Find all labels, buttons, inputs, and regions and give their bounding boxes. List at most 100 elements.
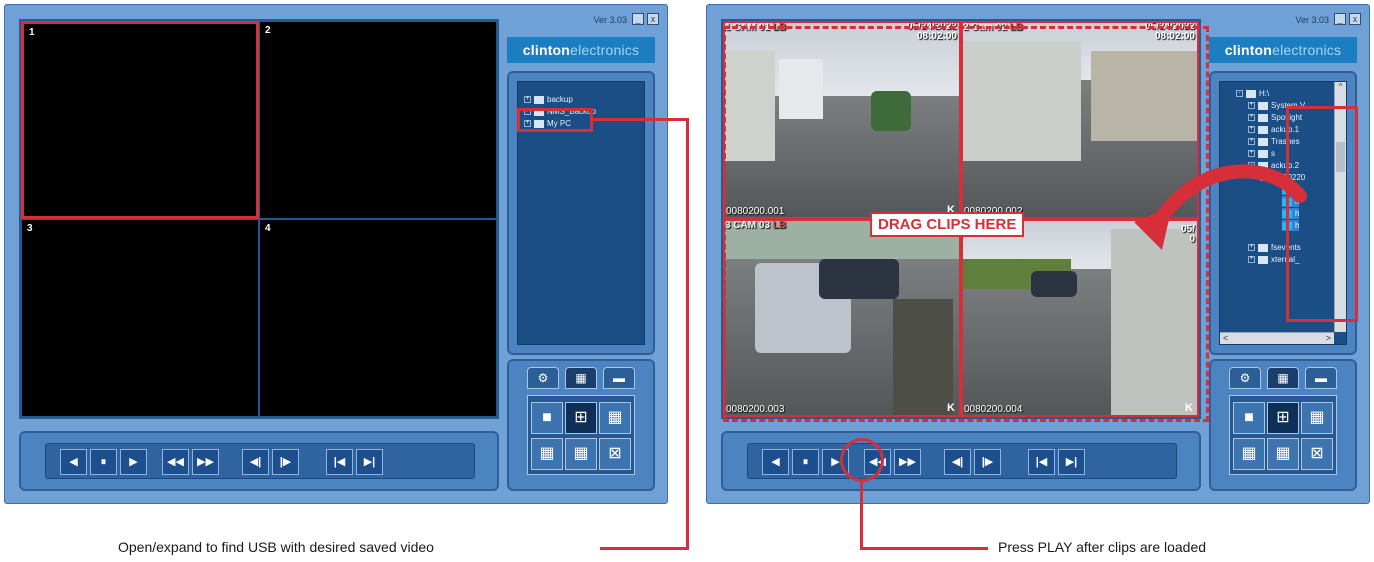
playback-bar: ◀ ⏸ ▶ ◀◀ ▶▶ ◀| |▶ |◀ ▶| [45,443,475,479]
skip-start-button[interactable]: |◀ [1028,449,1055,475]
tree-item-folder[interactable]: + s [1248,148,1275,159]
collapse-icon[interactable]: - [1260,174,1267,182]
version-label: Ver 3.03 [593,15,627,25]
brand-logo: clintonelectronics [507,37,655,63]
step-forward-button[interactable]: |▶ [974,449,1001,475]
brand-bold: clinton [522,42,571,58]
tab-settings[interactable]: ⚙ [527,367,559,389]
tab-layout[interactable]: ▦ [1267,367,1299,389]
folder-icon [1258,101,1268,110]
tab-layout[interactable]: ▦ [565,367,597,389]
fast-forward-button[interactable]: ▶▶ [894,449,921,475]
layout-selector: ■ ⊞ ▦ ▦ ▦ ⊠ [527,395,635,475]
scroll-up-icon[interactable]: ^ [1335,82,1346,91]
video-cell-3[interactable]: 3 [21,219,259,417]
connector-line [593,118,689,121]
collapse-icon[interactable]: - [1248,162,1255,170]
close-button[interactable]: x [647,13,659,25]
horizontal-scrollbar[interactable]: < > [1220,332,1334,344]
tab-print[interactable]: ▬ [1305,367,1337,389]
play-highlight [840,438,884,482]
pause-button[interactable]: ⏸ [792,449,819,475]
folder-icon [1258,161,1268,170]
skip-end-button[interactable]: ▶| [1058,449,1085,475]
playback-bar: ◀ ⏸ ▶ ◀◀ ▶▶ ◀| |▶ |◀ ▶| [747,443,1177,479]
tree-item-backup[interactable]: + backup [524,94,573,105]
playback-controls: ◀ ⏸ ▶ ◀◀ ▶▶ ◀| |▶ |◀ ▶| [721,431,1201,491]
rewind-button[interactable]: ◀◀ [162,449,189,475]
skip-start-button[interactable]: |◀ [326,449,353,475]
cell-number: 4 [265,223,271,234]
minimize-button[interactable]: _ [1334,13,1346,25]
connector-line [686,118,689,550]
step-forward-button[interactable]: |▶ [272,449,299,475]
layout-selector: ■ ⊞ ▦ ▦ ▦ ⊠ [1229,395,1337,475]
scroll-left-icon[interactable]: < [1223,333,1228,343]
connector-line [860,547,988,550]
tab-print[interactable]: ▬ [603,367,635,389]
folder-icon [1258,149,1268,158]
folder-icon [1258,125,1268,134]
expand-icon[interactable]: + [1248,114,1255,122]
expand-icon[interactable]: + [1248,138,1255,146]
play-button[interactable]: ▶ [120,449,147,475]
fullscreen-button[interactable]: ⊠ [599,438,631,470]
pause-button[interactable]: ⏸ [90,449,117,475]
layout-2x2-button[interactable]: ⊞ [565,402,597,434]
folder-icon [1258,137,1268,146]
video-cell-4[interactable]: 4 [259,219,497,417]
video-cell-2[interactable]: 2 [259,21,497,219]
drive-icon [1246,89,1256,98]
version-label: Ver 3.03 [1295,15,1329,25]
layout-custom-button[interactable]: ▦ [565,438,597,470]
cell-number: 1 [29,27,35,38]
minimize-button[interactable]: _ [632,13,644,25]
close-button[interactable]: x [1349,13,1361,25]
skip-end-button[interactable]: ▶| [356,449,383,475]
brand-logo: clintonelectronics [1209,37,1357,63]
folder-icon [534,95,544,104]
folder-icon [1258,243,1268,252]
brand-light: electronics [570,42,640,58]
tree-item-drive[interactable]: - H:\ [1236,88,1269,99]
scroll-right-icon[interactable]: > [1326,333,1331,343]
brand-bold: clinton [1224,42,1273,58]
layout-custom-button[interactable]: ▦ [1267,438,1299,470]
expand-icon[interactable]: + [1248,102,1255,110]
expand-icon[interactable]: + [1248,256,1255,264]
control-tabs: ⚙ ▦ ▬ ■ ⊞ ▦ ▦ ▦ ⊠ [507,359,655,491]
fullscreen-button[interactable]: ⊠ [1301,438,1333,470]
step-back-button[interactable]: ◀| [944,449,971,475]
layout-3x3-button[interactable]: ▦ [1301,402,1333,434]
step-back-button[interactable]: ◀| [242,449,269,475]
reverse-play-button[interactable]: ◀ [762,449,789,475]
expand-icon[interactable]: + [1248,150,1255,158]
layout-4x4-button[interactable]: ▦ [531,438,563,470]
connector-line [860,482,863,550]
video-cell-1[interactable]: 1 [21,21,259,219]
clips-highlight [1286,106,1358,322]
reverse-play-button[interactable]: ◀ [60,449,87,475]
folder-icon [1258,255,1268,264]
folder-icon [1258,113,1268,122]
layout-1x1-button[interactable]: ■ [1233,402,1265,434]
right-caption: Press PLAY after clips are loaded [998,539,1207,555]
connector-line [600,547,689,550]
tab-settings[interactable]: ⚙ [1229,367,1261,389]
layout-3x3-button[interactable]: ▦ [599,402,631,434]
layout-2x2-button[interactable]: ⊞ [1267,402,1299,434]
expand-icon[interactable]: + [524,96,531,104]
tree-item-label: s [1271,149,1275,158]
video-grid: 1 2 3 4 [19,19,499,419]
tree-item-label: H:\ [1259,89,1270,98]
collapse-icon[interactable]: - [1236,90,1243,98]
left-app-window: Ver 3.03 _ x 1 2 3 4 clintonelectronics … [4,4,668,504]
expand-icon[interactable]: + [1248,244,1255,252]
playback-controls: ◀ ⏸ ▶ ◀◀ ▶▶ ◀| |▶ |◀ ▶| [19,431,499,491]
cell-number: 3 [27,223,33,234]
fast-forward-button[interactable]: ▶▶ [192,449,219,475]
folder-icon [1270,173,1280,182]
layout-4x4-button[interactable]: ▦ [1233,438,1265,470]
layout-1x1-button[interactable]: ■ [531,402,563,434]
expand-icon[interactable]: + [1248,126,1255,134]
